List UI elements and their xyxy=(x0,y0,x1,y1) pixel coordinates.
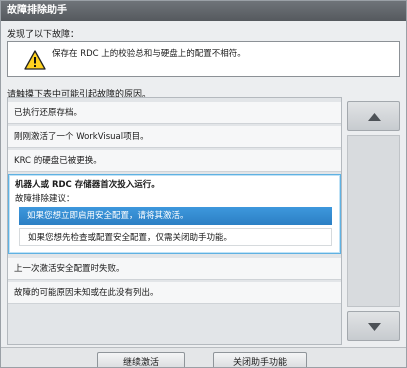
cause-label: 上一次激活安全配置时失败。 xyxy=(14,264,125,274)
cause-item[interactable]: KRC 的硬盘已被更换。 xyxy=(8,150,341,172)
cause-item-selected[interactable]: 机器人或 RDC 存储器首次投入运行。 故障排除建议： 如果您想立即启用安全配置… xyxy=(8,174,341,254)
cause-label: 刚刚激活了一个 WorkVisual项目。 xyxy=(14,132,149,142)
button-bar: 继续激活 关闭助手功能 xyxy=(1,347,406,367)
triangle-up-icon xyxy=(368,113,381,121)
found-faults-label: 发现了以下故障： xyxy=(7,30,80,40)
cause-list: 已执行还原存档。 刚刚激活了一个 WorkVisual项目。 KRC 的硬盘已被… xyxy=(7,97,342,345)
window-title: 故障排除助手 xyxy=(1,1,406,21)
error-message-box: 保存在 RDC 上的校验总和与硬盘上的配置不相符。 xyxy=(7,41,400,77)
activate-option[interactable]: 如果您想立即启用安全配置，请将其激活。 xyxy=(19,207,332,225)
close-assistant-button[interactable]: 关闭助手功能 xyxy=(213,352,307,367)
cause-label: 机器人或 RDC 存储器首次投入运行。 xyxy=(15,180,160,190)
close-assistant-option[interactable]: 如果您想先检查或配置安全配置，仅需关闭助手功能。 xyxy=(19,228,332,246)
cause-item[interactable]: 已执行还原存档。 xyxy=(8,102,341,124)
cause-item[interactable]: 故障的可能原因未知或在此没有列出。 xyxy=(8,282,341,304)
scroll-up-button[interactable] xyxy=(347,101,400,131)
scrollbar[interactable] xyxy=(347,97,400,345)
continue-activation-button[interactable]: 继续激活 xyxy=(97,352,185,367)
scroll-down-button[interactable] xyxy=(347,311,400,341)
suggestion-label: 故障排除建议： xyxy=(15,194,75,204)
scroll-track[interactable] xyxy=(347,135,400,307)
troubleshooting-assistant-window: 故障排除助手 发现了以下故障： 保存在 RDC 上的校验总和与硬盘上的配置不相符… xyxy=(0,0,407,368)
warning-icon xyxy=(24,50,46,70)
cause-item[interactable]: 刚刚激活了一个 WorkVisual项目。 xyxy=(8,126,341,148)
error-message-text: 保存在 RDC 上的校验总和与硬盘上的配置不相符。 xyxy=(52,49,246,59)
cause-label: 故障的可能原因未知或在此没有列出。 xyxy=(14,288,159,298)
cause-item[interactable]: 上一次激活安全配置时失败。 xyxy=(8,258,341,280)
cause-label: 已执行还原存档。 xyxy=(14,108,83,118)
cause-label: KRC 的硬盘已被更换。 xyxy=(14,156,102,166)
triangle-down-icon xyxy=(368,323,381,331)
